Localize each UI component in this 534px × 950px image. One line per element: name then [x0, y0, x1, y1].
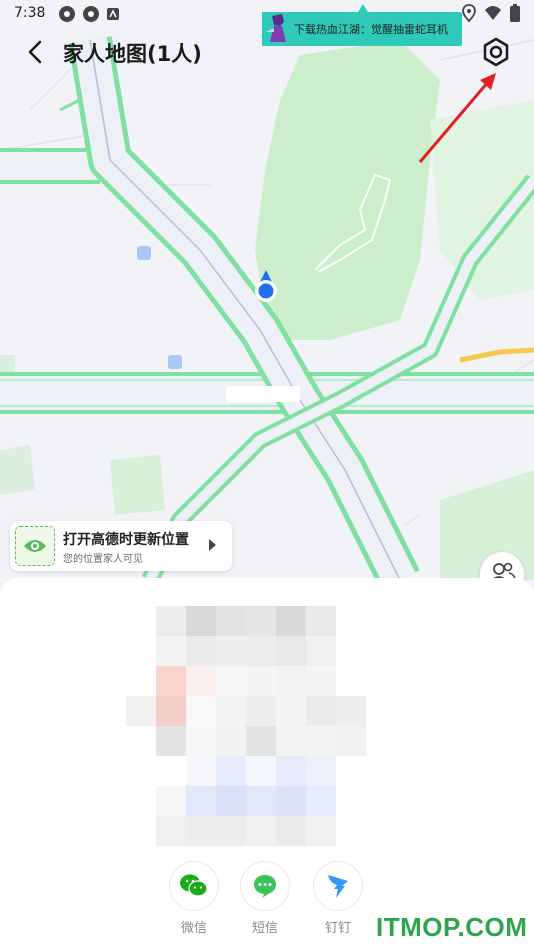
share-wechat-label: 微信 [180, 921, 207, 936]
wifi-icon [485, 6, 501, 20]
dingtalk-icon [328, 875, 348, 898]
share-sms-label: 短信 [251, 921, 278, 936]
hexagon-settings-icon [483, 37, 509, 67]
share-dingtalk-label: 钉钉 [324, 921, 351, 936]
message-icon [254, 875, 276, 898]
share-sms-button[interactable]: 短信 [240, 861, 290, 936]
share-wechat-circle [169, 861, 219, 911]
share-wechat-button[interactable]: 微信 [169, 861, 219, 936]
ad-banner-tip [358, 4, 368, 12]
battery-icon [510, 4, 520, 22]
settings-icon [83, 6, 99, 22]
chevron-left-icon [28, 40, 42, 64]
chevron-right-icon [209, 539, 216, 551]
location-card-title: 打开高德时更新位置 [63, 532, 189, 548]
site-watermark: ITMOP.COM [376, 912, 528, 942]
settings-button[interactable] [480, 36, 512, 68]
app-icon [107, 8, 119, 20]
eye-icon-box [15, 526, 55, 566]
bottom-sheet: 微信 短信 钉钉 [0, 578, 534, 950]
share-dingtalk-circle [313, 861, 363, 911]
location-update-card[interactable]: 打开高德时更新位置 您的位置家人可见 [10, 521, 232, 571]
location-card-subtitle: 您的位置家人可见 [63, 554, 143, 565]
status-time: 7:38 [14, 5, 46, 21]
share-sms-circle [240, 861, 290, 911]
location-icon [462, 4, 476, 22]
ad-text: 下载热血江湖：觉醒抽雷蛇耳机 [294, 23, 448, 36]
share-dingtalk-button[interactable]: 钉钉 [313, 861, 363, 936]
page-title: 家人地图(1人) [63, 42, 202, 66]
back-button[interactable] [22, 38, 50, 66]
eye-icon [24, 540, 46, 552]
settings-icon [59, 6, 75, 22]
ad-banner[interactable]: 下载热血江湖：觉醒抽雷蛇耳机 [262, 12, 462, 46]
wechat-icon [180, 874, 208, 897]
ad-character-image [262, 12, 292, 46]
